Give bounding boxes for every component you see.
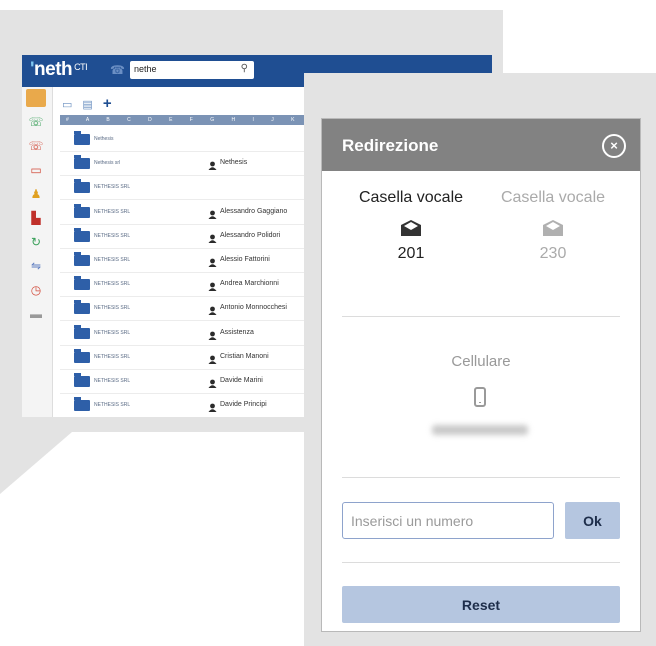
operators-icon[interactable]: ♟ xyxy=(26,185,46,203)
person-name: Cristian Manoni xyxy=(220,352,269,360)
person-icon xyxy=(208,375,217,388)
company-name: NETHESIS SRL xyxy=(94,329,131,336)
notes-icon[interactable]: ▬ xyxy=(26,305,46,323)
person-icon xyxy=(208,302,217,316)
voicemail-number: 201 xyxy=(397,245,425,262)
search-input[interactable]: nethe xyxy=(134,64,157,74)
person-icon xyxy=(208,206,217,219)
company-name: Nethesis xyxy=(94,136,114,142)
company-name: NETHESIS SRL xyxy=(94,232,131,239)
voicemail-label: Casella vocale xyxy=(358,189,464,206)
nethcti-logo: 'neth CTI xyxy=(30,59,88,80)
company-folder-icon xyxy=(74,131,90,145)
status-icon[interactable]: ☎ xyxy=(110,63,125,77)
company-folder-icon xyxy=(74,373,90,387)
queues-icon[interactable]: ▙ xyxy=(26,209,46,227)
company-folder-icon xyxy=(74,155,90,170)
person-name: Andrea Marchionni xyxy=(220,280,279,288)
company-folder-icon xyxy=(74,276,90,291)
left-rail: ☏ ☏ ▭ ♟ ▙ ↻ ⇋ ◷ ▬ xyxy=(22,87,53,417)
company-name: NETHESIS SRL xyxy=(94,208,131,215)
voicemail-number: 230 xyxy=(539,245,567,262)
redirect-dialog: Redirezione × Casella vocale 201 Casella… xyxy=(321,118,641,632)
mobile-number-blurred xyxy=(432,425,528,435)
divider xyxy=(342,562,620,563)
person-icon xyxy=(208,157,217,171)
company-name: NETHESIS SRL xyxy=(94,281,131,288)
company-name: NETHESIS SRL xyxy=(94,184,131,191)
company-name: NETHESIS SRL xyxy=(94,378,131,384)
search-icon[interactable]: ⚲ xyxy=(241,63,248,74)
person-name: Alessio Fattorini xyxy=(220,256,270,263)
company-name: Nethesis srl xyxy=(94,160,121,167)
divider xyxy=(342,477,620,478)
company-name: NETHESIS SRL xyxy=(94,257,131,263)
voicemail-option-201[interactable]: Casella vocale 201 xyxy=(336,189,486,263)
voicemail-icon xyxy=(542,219,564,237)
voicemail-icon xyxy=(400,219,422,237)
phonebook-toolbar: ▭ ▤ + xyxy=(62,95,122,112)
company-folder-icon xyxy=(74,227,90,242)
mobile-label[interactable]: Cellulare xyxy=(322,353,640,370)
add-contact-icon[interactable]: + xyxy=(103,95,112,112)
person-name: Alessandro Polidori xyxy=(220,231,281,239)
person-name: Assistenza xyxy=(220,328,254,336)
dialog-header: Redirezione × xyxy=(322,119,640,171)
history-icon[interactable]: ◷ xyxy=(26,281,46,299)
person-icon xyxy=(208,327,217,340)
calendar-icon[interactable]: ▭ xyxy=(26,161,46,179)
person-name: Davide Principi xyxy=(220,401,267,409)
person-name: Alessandro Gaggiano xyxy=(220,207,288,215)
transfer-icon[interactable]: ↻ xyxy=(26,233,46,251)
ok-button[interactable]: Ok xyxy=(565,502,620,539)
search-box[interactable]: nethe ⚲ xyxy=(130,61,254,79)
person-icon xyxy=(208,254,217,267)
company-folder-icon xyxy=(74,397,90,412)
view-grid-icon[interactable]: ▤ xyxy=(82,99,92,111)
company-folder-icon xyxy=(74,324,90,339)
mobile-phone-icon[interactable] xyxy=(474,387,486,407)
company-folder-icon xyxy=(74,252,90,266)
close-icon[interactable]: × xyxy=(602,134,626,158)
dialog-title: Redirezione xyxy=(342,136,439,155)
number-input[interactable] xyxy=(342,502,554,539)
phonebook-icon[interactable] xyxy=(26,89,46,107)
voicemail-label: Casella vocale xyxy=(500,189,606,206)
person-name: Antonio Monnocchesi xyxy=(220,304,287,312)
person-name: Nethesis xyxy=(220,159,248,167)
person-icon xyxy=(208,230,217,243)
voicemail-option-230[interactable]: Casella vocale 230 xyxy=(478,189,628,263)
user-call-icon[interactable]: ☏ xyxy=(26,113,46,131)
divider xyxy=(342,316,620,317)
company-folder-icon xyxy=(74,203,90,218)
company-name: NETHESIS SRL xyxy=(94,353,131,360)
company-name: NETHESIS SRL xyxy=(94,402,131,409)
view-list-icon[interactable]: ▭ xyxy=(62,99,72,111)
switch-icon[interactable]: ⇋ xyxy=(26,257,46,275)
person-icon xyxy=(208,351,217,364)
person-name: Davide Marini xyxy=(220,377,263,384)
person-icon xyxy=(208,278,217,292)
company-folder-icon xyxy=(74,179,90,194)
missed-call-icon[interactable]: ☏ xyxy=(26,137,46,155)
company-folder-icon xyxy=(74,300,90,315)
company-name: NETHESIS SRL xyxy=(94,305,131,312)
card-tail xyxy=(0,432,72,494)
person-icon xyxy=(208,399,217,413)
reset-button[interactable]: Reset xyxy=(342,586,620,623)
company-folder-icon xyxy=(74,348,90,363)
